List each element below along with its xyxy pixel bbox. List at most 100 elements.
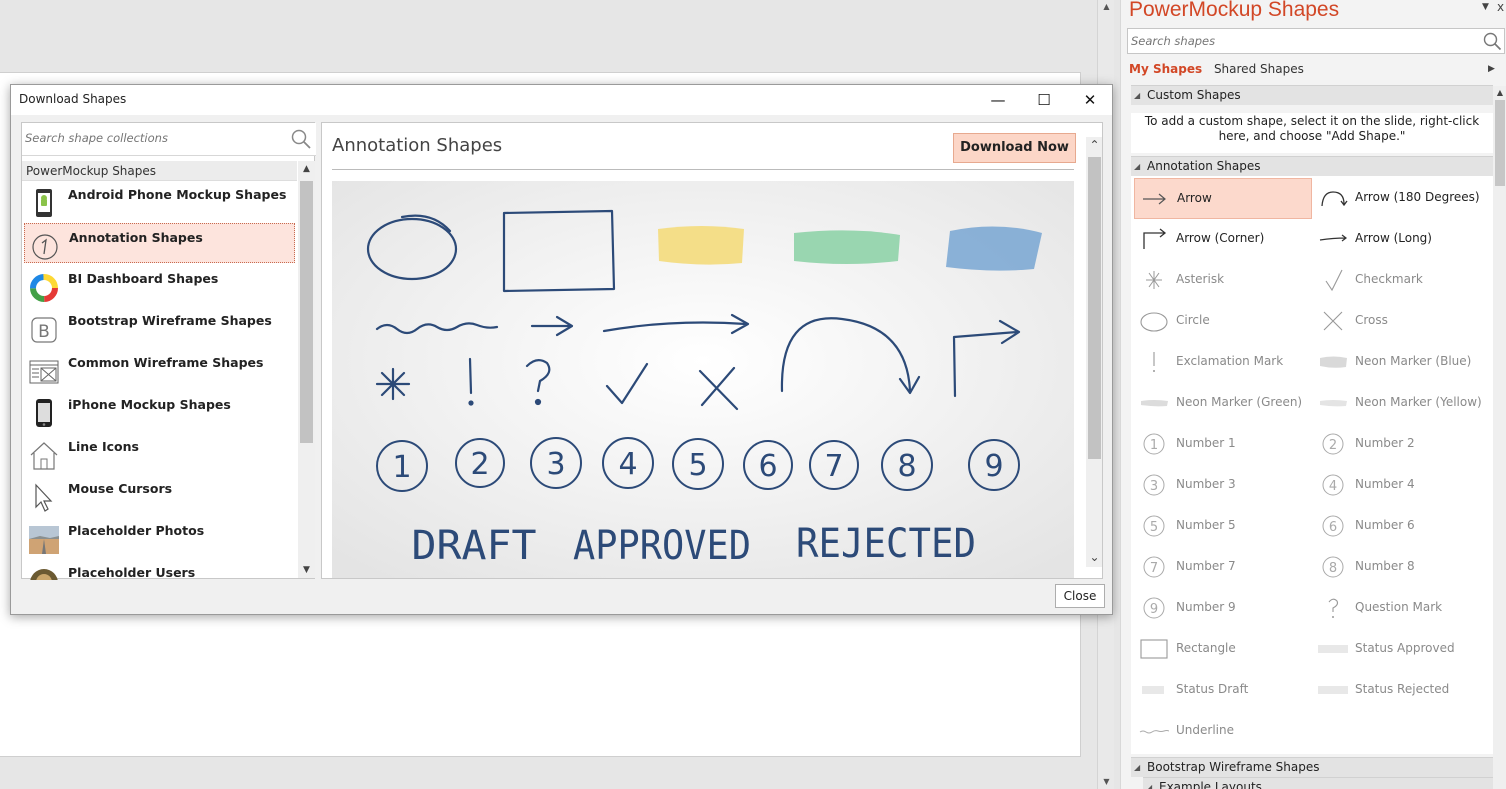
search-icon[interactable] [290, 128, 312, 150]
scroll-up-icon[interactable]: ▲ [1098, 0, 1115, 14]
collection-item-iphone[interactable]: iPhone Mockup Shapes [24, 391, 295, 431]
shape-status-rejected[interactable]: Status Rejected [1313, 670, 1491, 711]
collections-scrollbar[interactable]: ▲ ▼ [298, 161, 315, 578]
collection-item-mouse-cursors[interactable]: Mouse Cursors [24, 475, 295, 515]
preview-number: 7 [824, 449, 843, 484]
shape-arrow-long[interactable]: Arrow (Long) [1313, 219, 1491, 260]
scroll-down-icon[interactable]: ⌄ [1086, 549, 1102, 565]
question-icon [1328, 598, 1339, 618]
preview-number: 2 [470, 447, 489, 482]
pane-menu-icon[interactable]: ▼ [1482, 2, 1489, 12]
maximize-button[interactable]: ☐ [1021, 85, 1067, 115]
shape-question-mark[interactable]: Question Mark [1313, 588, 1491, 629]
shape-number-4[interactable]: 4 Number 4 [1313, 465, 1491, 506]
number-8-icon: 8 [1322, 556, 1344, 578]
number-3-icon: 3 [1143, 474, 1165, 496]
asterisk-icon [1146, 271, 1162, 289]
shape-number-9[interactable]: 9 Number 9 [1134, 588, 1312, 629]
shape-label: Number 7 [1176, 559, 1236, 573]
shape-exclamation-mark[interactable]: Exclamation Mark [1134, 342, 1312, 383]
svg-text:7: 7 [1150, 561, 1158, 576]
number-2-icon: 2 [1322, 433, 1344, 455]
collection-item-android[interactable]: Android Phone Mockup Shapes [24, 181, 295, 221]
shape-arrow[interactable]: Arrow [1134, 178, 1312, 219]
svg-text:3: 3 [1150, 479, 1158, 494]
minimize-button[interactable]: — [975, 85, 1021, 115]
shape-circle[interactable]: Circle [1134, 301, 1312, 342]
collection-item-line-icons[interactable]: Line Icons [24, 433, 295, 473]
collection-item-bootstrap[interactable]: B Bootstrap Wireframe Shapes [24, 307, 295, 347]
pane-title: PowerMockup Shapes [1129, 0, 1340, 21]
shape-number-6[interactable]: 6 Number 6 [1313, 506, 1491, 547]
tab-shared-shapes[interactable]: Shared Shapes [1214, 62, 1304, 76]
collection-label: Mouse Cursors [68, 481, 173, 496]
scroll-up-icon[interactable]: ⌃ [1086, 137, 1102, 153]
annotation-shapes-grid: Arrow Arrow (180 Degrees) Arrow (Corner)… [1131, 176, 1493, 754]
scroll-up-icon[interactable]: ▲ [298, 161, 315, 177]
collection-item-annotation[interactable]: Annotation Shapes [24, 223, 295, 263]
shape-number-3[interactable]: 3 Number 3 [1134, 465, 1312, 506]
shape-number-2[interactable]: 2 Number 2 [1313, 424, 1491, 465]
bootstrap-b-icon: B [31, 317, 57, 343]
pane-close-icon[interactable]: x [1497, 0, 1504, 14]
search-icon[interactable] [1482, 31, 1502, 51]
marker-green-icon [1141, 400, 1168, 407]
scroll-thumb[interactable] [1088, 157, 1101, 459]
svg-text:5: 5 [1150, 520, 1158, 535]
shape-neon-marker-yellow[interactable]: Neon Marker (Yellow) [1313, 383, 1491, 424]
scroll-down-icon[interactable]: ▼ [1098, 775, 1115, 789]
section-label: Bootstrap Wireframe Shapes [1147, 760, 1320, 774]
shapes-search-input[interactable] [1131, 32, 1471, 50]
shape-status-approved[interactable]: Status Approved [1313, 629, 1491, 670]
download-now-button[interactable]: Download Now [953, 133, 1076, 163]
section-example-layouts[interactable]: ◢ Example Layouts [1143, 777, 1493, 789]
shape-underline[interactable]: Underline [1134, 711, 1312, 752]
shape-number-5[interactable]: 5 Number 5 [1134, 506, 1312, 547]
collection-item-placeholder-users[interactable]: Placeholder Users [24, 559, 295, 580]
shape-number-8[interactable]: 8 Number 8 [1313, 547, 1491, 588]
close-window-button[interactable]: ✕ [1067, 85, 1113, 115]
shape-neon-marker-blue[interactable]: Neon Marker (Blue) [1313, 342, 1491, 383]
collections-list: PowerMockup Shapes Android Phone Mockup … [22, 161, 316, 580]
shape-label: Number 8 [1355, 559, 1415, 573]
shape-checkmark[interactable]: Checkmark [1313, 260, 1491, 301]
collection-item-placeholder-photos[interactable]: Placeholder Photos [24, 517, 295, 557]
status-rejected-icon [1318, 686, 1348, 694]
rectangle-icon [1140, 639, 1168, 659]
section-bootstrap-wireframe[interactable]: ◢ Bootstrap Wireframe Shapes [1131, 757, 1493, 777]
section-annotation-shapes[interactable]: ◢ Annotation Shapes [1131, 156, 1493, 176]
shape-arrow-180[interactable]: Arrow (180 Degrees) [1313, 178, 1491, 219]
collapse-icon: ◢ [1134, 763, 1141, 772]
tabs-expand-icon[interactable]: ▶ [1488, 64, 1495, 74]
collection-item-bi-dashboard[interactable]: BI Dashboard Shapes [24, 265, 295, 305]
cursor-icon [35, 483, 53, 512]
shape-neon-marker-green[interactable]: Neon Marker (Green) [1134, 383, 1312, 424]
shape-status-draft[interactable]: Status Draft [1134, 670, 1312, 711]
annotation-preview-image: 1 2 3 4 5 6 7 8 9 DRAFT APPROVED REJECTE… [332, 181, 1074, 578]
section-custom-shapes[interactable]: ◢ Custom Shapes [1131, 85, 1493, 105]
shape-asterisk[interactable]: Asterisk [1134, 260, 1312, 301]
shape-label: Status Rejected [1355, 682, 1450, 696]
shape-number-1[interactable]: 1 Number 1 [1134, 424, 1312, 465]
scroll-down-icon[interactable]: ▼ [298, 562, 315, 578]
collection-search-input[interactable] [25, 127, 280, 149]
shape-cross[interactable]: Cross [1313, 301, 1491, 342]
svg-text:8: 8 [1329, 561, 1337, 576]
tab-my-shapes[interactable]: My Shapes [1129, 62, 1202, 76]
collection-label: BI Dashboard Shapes [68, 271, 219, 286]
close-button[interactable]: Close [1055, 584, 1105, 608]
shape-arrow-corner[interactable]: Arrow (Corner) [1134, 219, 1312, 260]
photo-icon [29, 526, 59, 554]
detail-scrollbar[interactable]: ⌃ ⌄ [1086, 137, 1102, 567]
scroll-up-icon[interactable]: ▲ [1493, 86, 1506, 100]
collection-label: Bootstrap Wireframe Shapes [68, 313, 272, 328]
shape-label: Status Approved [1355, 641, 1455, 655]
collection-item-common-wireframe[interactable]: Common Wireframe Shapes [24, 349, 295, 389]
shape-rectangle[interactable]: Rectangle [1134, 629, 1312, 670]
shape-number-7[interactable]: 7 Number 7 [1134, 547, 1312, 588]
shape-label: Number 6 [1355, 518, 1415, 532]
scroll-thumb[interactable] [300, 181, 313, 443]
section-label: Annotation Shapes [1147, 159, 1261, 173]
shapes-pane-scrollbar[interactable]: ▲ [1493, 86, 1506, 789]
scroll-thumb[interactable] [1495, 100, 1505, 186]
